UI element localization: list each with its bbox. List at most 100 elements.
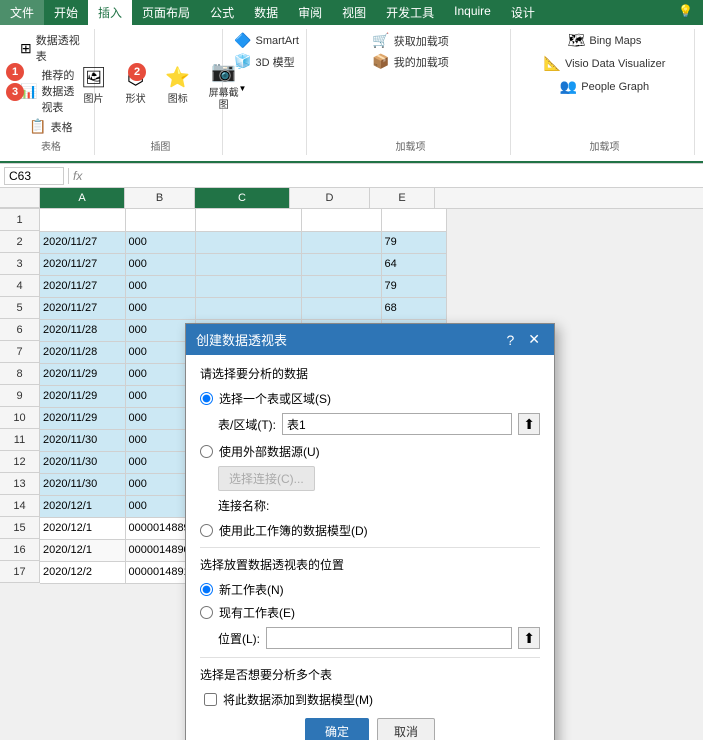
position-row: 位置(L): ⬆ (218, 627, 540, 649)
tab-design[interactable]: 设计 (501, 0, 545, 25)
radio-row-model: 使用此工作簿的数据模型(D) (200, 522, 540, 539)
dialog-section2-title: 选择放置数据透视表的位置 (200, 556, 540, 573)
ribbon-group-smartart: 🔷 SmartArt 🧊 3D 模型 (227, 29, 307, 155)
addins-group-label: 加载项 (396, 136, 426, 153)
cancel-button[interactable]: 取消 (377, 718, 435, 740)
addins-right-group-label: 加载项 (590, 136, 620, 153)
select-connection-button[interactable]: 选择连接(C)... (218, 466, 315, 491)
my-addins-button[interactable]: 📦 我的加载项 (368, 52, 452, 71)
tab-lightbulb[interactable]: 💡 (668, 0, 703, 25)
dialog-section1-title: 请选择要分析的数据 (200, 365, 540, 382)
conn-name-row: 连接名称: (218, 497, 540, 514)
ok-button[interactable]: 确定 (305, 718, 369, 740)
conn-name-label: 连接名称: (218, 497, 269, 514)
addins-items: 🛒 获取加载项 📦 我的加载项 (368, 31, 452, 136)
tab-home[interactable]: 开始 (44, 0, 88, 25)
get-addins-icon: 🛒 (372, 32, 389, 49)
icons-button[interactable]: ⭐ 图标 (159, 60, 197, 108)
dialog-help-button[interactable]: ? (502, 332, 518, 348)
badge-1: 1 (6, 63, 24, 81)
ribbon: 文件 开始 插入 页面布局 公式 数据 审阅 视图 开发工具 Inquire 设… (0, 0, 703, 164)
table-range-input[interactable] (282, 413, 512, 435)
tab-formulas[interactable]: 公式 (200, 0, 244, 25)
visio-icon: 📐 (544, 55, 561, 72)
dialog-title-bar: 创建数据透视表 ? ✕ (186, 324, 554, 355)
visio-label: Visio Data Visualizer (565, 58, 665, 70)
bing-maps-label: Bing Maps (589, 35, 641, 47)
pivot-table-icon: ⊞ (20, 40, 32, 57)
radio-model-label: 使用此工作簿的数据模型(D) (219, 522, 368, 539)
spreadsheet: A B C D E 1 2 3 4 5 6 7 8 9 10 11 12 13 … (0, 188, 703, 740)
dialog-overlay: 创建数据透视表 ? ✕ 请选择要分析的数据 选择一个表或区域(S) 表/区域(T… (0, 188, 703, 740)
position-input[interactable] (266, 627, 512, 649)
visio-button[interactable]: 📐 Visio Data Visualizer (540, 54, 670, 73)
formula-input[interactable] (86, 168, 699, 184)
bing-maps-icon: 🗺 (568, 32, 586, 49)
illustrations-group-label: 插图 (150, 136, 170, 153)
checkbox-row: 将此数据添加到数据模型(M) (204, 691, 540, 708)
tab-pagelayout[interactable]: 页面布局 (132, 0, 200, 25)
radio-exist-sheet[interactable] (200, 606, 213, 619)
formula-divider (68, 168, 69, 184)
dialog-close-button[interactable]: ✕ (524, 331, 544, 348)
position-upload-btn[interactable]: ⬆ (518, 627, 540, 649)
tab-inquire[interactable]: Inquire (444, 0, 501, 25)
people-graph-button[interactable]: 👥 People Graph (556, 77, 653, 96)
tab-data[interactable]: 数据 (244, 0, 288, 25)
radio-row-external: 使用外部数据源(U) (200, 443, 540, 460)
tables-group-label: 表格 (41, 136, 61, 153)
add-to-model-checkbox[interactable] (204, 693, 217, 706)
ribbon-group-addins: 🛒 获取加载项 📦 我的加载项 加载项 (311, 29, 511, 155)
pictures-label: 图片 (84, 94, 104, 106)
dialog-title-text: 创建数据透视表 (196, 330, 287, 349)
cell-reference-input[interactable] (4, 167, 64, 185)
radio-row-exist-sheet: 现有工作表(E) (200, 604, 540, 621)
position-label: 位置(L): (218, 630, 260, 647)
radio-table-label: 选择一个表或区域(S) (219, 390, 331, 407)
add-to-model-label: 将此数据添加到数据模型(M) (223, 691, 373, 708)
tab-insert[interactable]: 插入 (88, 0, 132, 25)
bing-maps-button[interactable]: 🗺 Bing Maps (564, 31, 646, 50)
pictures-button[interactable]: 🖼 图片 (74, 60, 112, 108)
badge-3: 3 (6, 83, 24, 101)
tab-review[interactable]: 审阅 (288, 0, 332, 25)
table-range-row: 表/区域(T): ⬆ (218, 413, 540, 435)
get-addins-label: 获取加载项 (394, 33, 449, 49)
table-label: 表格 (51, 119, 73, 135)
get-addins-button[interactable]: 🛒 获取加载项 (368, 31, 452, 50)
shapes-label: 形状 (126, 94, 146, 106)
table-icon: 📋 (29, 118, 46, 135)
radio-external[interactable] (200, 445, 213, 458)
smartart-button[interactable]: 🔷 SmartArt (230, 31, 303, 50)
3d-models-icon: 🧊 (234, 53, 251, 70)
people-graph-icon: 👥 (560, 78, 577, 95)
radio-new-sheet-label: 新工作表(N) (219, 581, 284, 598)
3d-models-button[interactable]: 🧊 3D 模型 (230, 52, 299, 71)
dialog-divider1 (200, 547, 540, 548)
radio-external-label: 使用外部数据源(U) (219, 443, 320, 460)
radio-new-sheet[interactable] (200, 583, 213, 596)
ribbon-group-illustrations: 🖼 图片 ⬡ 形状 ⭐ 图标 📷 屏幕截图 ▼ 插图 (99, 29, 223, 155)
badge-2: 2 (128, 63, 146, 81)
ribbon-tab-bar: 文件 开始 插入 页面布局 公式 数据 审阅 视图 开发工具 Inquire 设… (0, 0, 703, 25)
illustrations-group-items: 🖼 图片 ⬡ 形状 ⭐ 图标 📷 屏幕截图 ▼ (74, 31, 246, 136)
radio-data-model[interactable] (200, 524, 213, 537)
dialog-body: 请选择要分析的数据 选择一个表或区域(S) 表/区域(T): ⬆ 使用外部数据源… (186, 355, 554, 740)
smartart-items: 🔷 SmartArt 🧊 3D 模型 (230, 31, 303, 151)
radio-table-range[interactable] (200, 392, 213, 405)
smartart-icon: 🔷 (234, 32, 251, 49)
3d-models-label: 3D 模型 (256, 54, 295, 70)
tab-file[interactable]: 文件 (0, 0, 44, 25)
radio-row-table: 选择一个表或区域(S) (200, 390, 540, 407)
tab-view[interactable]: 视图 (332, 0, 376, 25)
ribbon-content: ⊞ 数据透视表 📊 推荐的数据透视表 📋 表格 表格 🖼 图片 (0, 25, 703, 163)
pictures-icon: 🖼 (78, 62, 110, 94)
radio-row-new-sheet: 新工作表(N) (200, 581, 540, 598)
dialog-title-buttons: ? ✕ (502, 331, 544, 348)
table-button[interactable]: 📋 表格 (25, 117, 76, 136)
table-range-upload-btn[interactable]: ⬆ (518, 413, 540, 435)
ribbon-group-addins-right: 🗺 Bing Maps 📐 Visio Data Visualizer 👥 Pe… (515, 29, 695, 155)
table-range-label: 表/区域(T): (218, 416, 276, 433)
tab-developer[interactable]: 开发工具 (376, 0, 444, 25)
icons-label: 图标 (168, 94, 188, 106)
